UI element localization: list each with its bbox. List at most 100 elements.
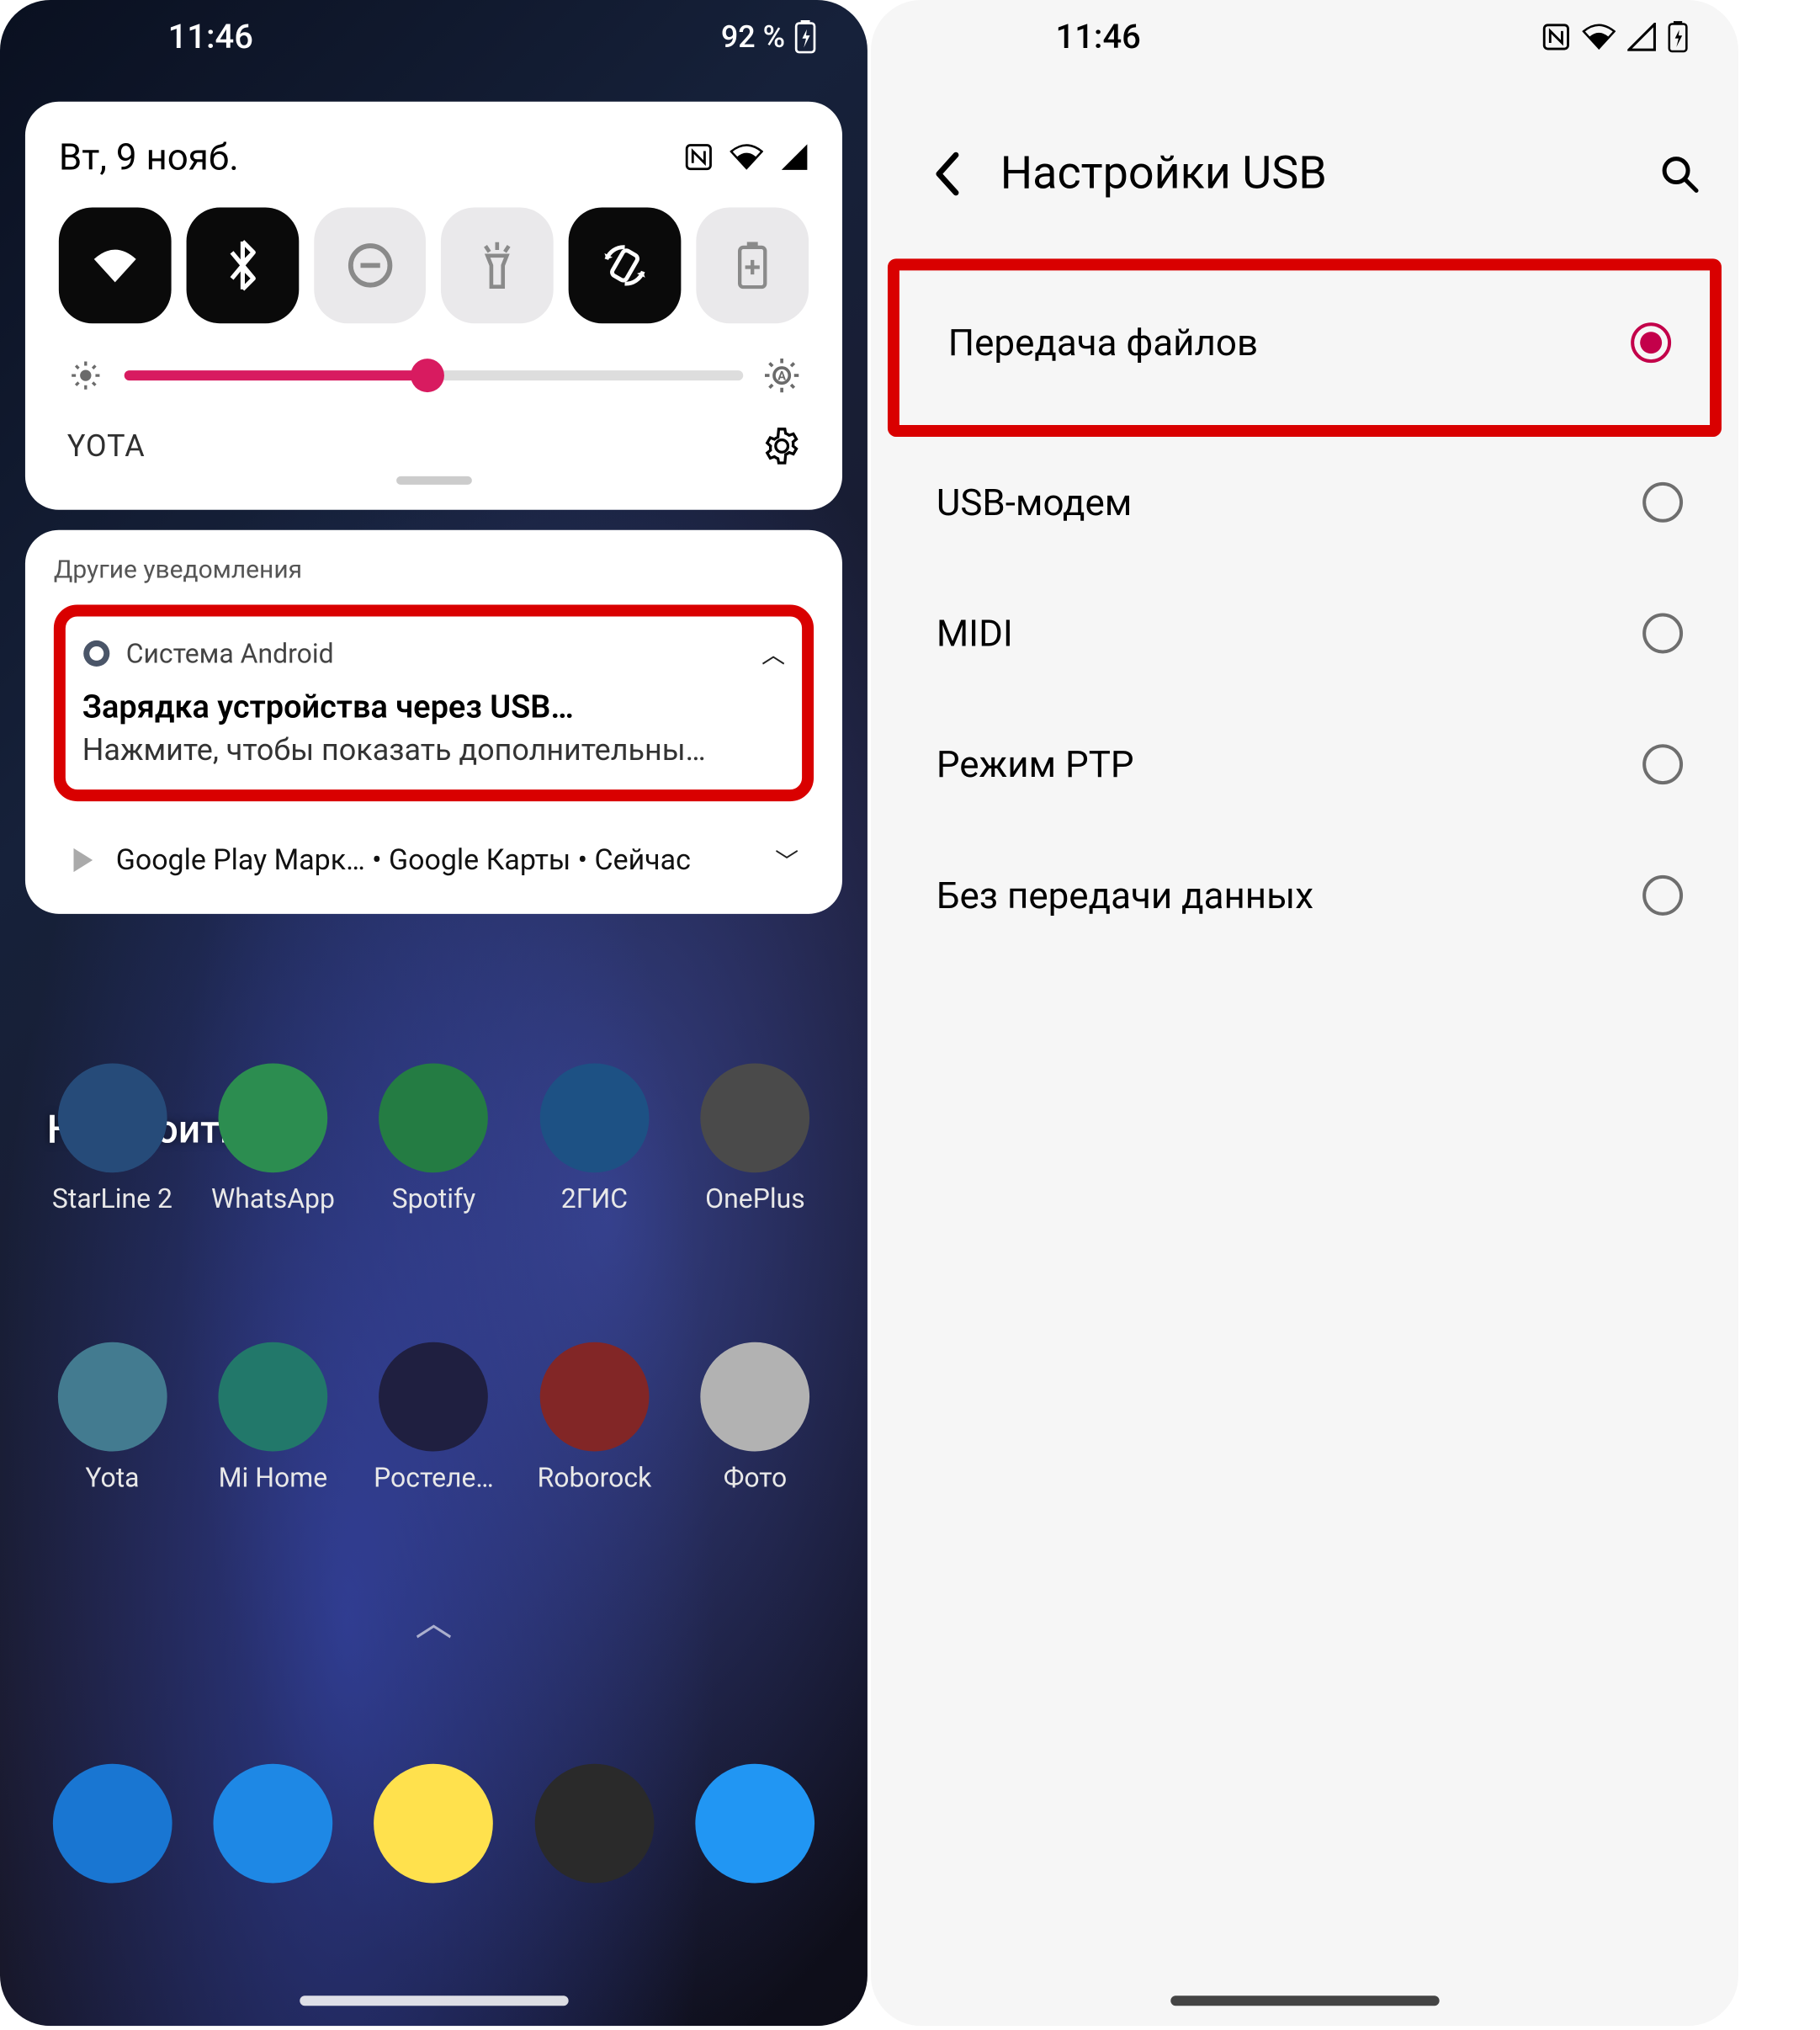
qs-tile-wifi[interactable] (59, 208, 172, 324)
radio-button[interactable] (1642, 744, 1683, 784)
status-right: 92 % (721, 19, 817, 54)
usb-option-2[interactable]: MIDI (871, 568, 1738, 699)
app-2-[interactable]: 2ГИС (523, 1063, 666, 1214)
brightness-slider[interactable] (125, 370, 744, 380)
app-icon (58, 1342, 167, 1452)
weather-icon (696, 1764, 815, 1884)
gesture-nav-bar[interactable] (300, 1995, 568, 2006)
app-label: Фото (724, 1462, 787, 1494)
app-icon (540, 1342, 650, 1452)
home-apps-row-2: Yota Mi Home Ростеле… Roborock Фото (0, 1342, 868, 1494)
flashlight-icon (479, 240, 516, 290)
app--[interactable]: Ростеле… (363, 1342, 506, 1494)
app-label: WhatsApp (211, 1182, 335, 1214)
usb-option-label: Передача файлов (948, 321, 1258, 364)
back-button[interactable] (921, 148, 972, 199)
yandex-icon (374, 1764, 494, 1884)
qs-status-icons (684, 143, 809, 172)
app-label: Ростеле… (374, 1462, 494, 1494)
quick-settings-panel: Вт, 9 нояб. (25, 102, 842, 510)
camera-icon (535, 1764, 655, 1884)
battery-plus-icon (736, 242, 768, 289)
other-notifications-label: Другие уведомления (54, 555, 814, 585)
app-roborock[interactable]: Roborock (523, 1342, 666, 1494)
usb-option-label: USB-модем (937, 481, 1132, 524)
app-mi-home[interactable]: Mi Home (202, 1342, 345, 1494)
collapsed-notification[interactable]: Google Play Марк… • Google Карты • Сейча… (54, 821, 814, 885)
right-phone-usb-settings: 11:46 Настройки USB Передача файлов USB-м… (871, 0, 1738, 2026)
home-apps-row-1: StarLine 2 WhatsApp Spotify 2ГИС OnePlus (0, 1063, 868, 1214)
radio-button[interactable] (1631, 322, 1671, 363)
chevron-left-icon (932, 151, 961, 196)
app-icon (701, 1342, 810, 1452)
app-icon (219, 1342, 328, 1452)
carrier-label: YOTA (67, 428, 146, 464)
radio-button[interactable] (1642, 875, 1683, 916)
qs-tile-autorotate[interactable] (569, 208, 682, 324)
title-row: Настройки USB (871, 82, 1738, 259)
chevron-up-icon[interactable]: ︿ (761, 636, 785, 670)
bluetooth-icon (224, 239, 261, 291)
app-oneplus[interactable]: OnePlus (684, 1063, 827, 1214)
messages-icon (214, 1764, 333, 1884)
usb-option-4[interactable]: Без передачи данных (871, 830, 1738, 961)
search-button[interactable] (1654, 148, 1705, 199)
usb-option-0[interactable]: Передача файлов (899, 270, 1710, 425)
status-bar: 11:46 (871, 0, 1738, 82)
dock-weather[interactable] (684, 1764, 827, 1884)
notification-source: Система Android (126, 637, 747, 669)
radio-button[interactable] (1642, 614, 1683, 654)
app-spotify[interactable]: Spotify (363, 1063, 506, 1214)
app-label: OnePlus (705, 1182, 805, 1214)
app--[interactable]: Фото (684, 1342, 827, 1494)
status-bar: 11:46 92 % (0, 0, 868, 82)
dock-camera[interactable] (523, 1764, 666, 1884)
status-battery-text: 92 % (721, 19, 785, 54)
app-starline-2[interactable]: StarLine 2 (41, 1063, 184, 1214)
rotate-icon (601, 241, 650, 290)
app-label: Mi Home (219, 1462, 328, 1494)
notification-body[interactable]: Нажмите, чтобы показать дополнительны… (82, 732, 785, 768)
settings-gear-button[interactable] (763, 428, 800, 465)
dock-phone[interactable] (41, 1764, 184, 1884)
wifi-signal-icon (1582, 22, 1616, 50)
panel-drag-handle[interactable] (396, 476, 472, 485)
app-whatsapp[interactable]: WhatsApp (202, 1063, 345, 1214)
left-phone-notification-shade: 11:46 92 % Вт, 9 нояб. (0, 0, 868, 2026)
qs-tile-battery-saver[interactable] (696, 208, 809, 324)
usb-option-3[interactable]: Режим PTP (871, 699, 1738, 830)
app-drawer-caret-icon[interactable]: ︿ (416, 1592, 453, 1646)
notification-title[interactable]: Зарядка устройства через USB… (82, 688, 785, 725)
usb-option-label: Без передачи данных (937, 874, 1313, 917)
app-icon (379, 1063, 489, 1172)
chevron-down-icon[interactable]: ﹀ (775, 843, 799, 877)
nfc-icon (684, 143, 713, 172)
app-yota[interactable]: Yota (41, 1342, 184, 1494)
cell-signal-icon (780, 143, 809, 172)
brightness-slider-row: A (59, 357, 809, 394)
brightness-thumb[interactable] (411, 359, 444, 392)
battery-charging-icon (1668, 20, 1688, 52)
cell-signal-icon (1627, 22, 1656, 50)
highlight-selected-option: Передача файлов (888, 258, 1722, 437)
brightness-low-icon (67, 357, 104, 394)
usb-option-1[interactable]: USB-модем (871, 437, 1738, 568)
qs-tile-bluetooth[interactable] (186, 208, 299, 324)
qs-tile-flashlight[interactable] (441, 208, 554, 324)
dock-yandex[interactable] (363, 1764, 506, 1884)
brightness-auto-icon[interactable]: A (763, 357, 800, 394)
status-time: 11:46 (168, 17, 253, 56)
qs-date: Вт, 9 нояб. (59, 136, 239, 179)
qs-tiles-row (59, 208, 809, 324)
dock-messages[interactable] (202, 1764, 345, 1884)
app-icon (701, 1063, 810, 1172)
app-label: Spotify (392, 1182, 476, 1214)
svg-text:A: A (777, 369, 786, 384)
app-icon (58, 1063, 167, 1172)
gesture-nav-bar[interactable] (1170, 1995, 1439, 2006)
radio-button[interactable] (1642, 482, 1683, 523)
qs-tile-dnd[interactable] (314, 208, 427, 324)
app-label: Roborock (538, 1462, 652, 1494)
app-label: Yota (85, 1462, 139, 1494)
usb-option-label: Режим PTP (937, 742, 1134, 786)
